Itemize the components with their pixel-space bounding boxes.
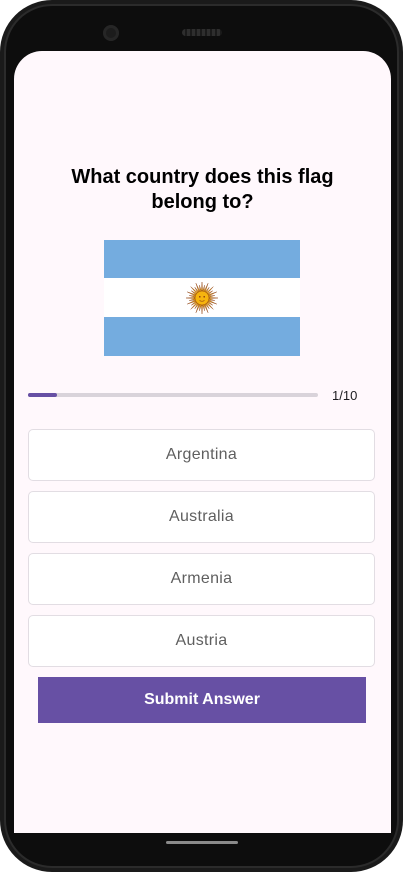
answer-option-australia[interactable]: Australia — [28, 491, 375, 543]
submit-answer-button[interactable]: Submit Answer — [38, 677, 366, 723]
progress-bar-fill — [28, 393, 57, 397]
home-indicator[interactable] — [166, 841, 238, 844]
question-text: What country does this flag belong to? — [71, 166, 334, 213]
progress-bar — [28, 393, 318, 397]
answer-option-armenia[interactable]: Armenia — [28, 553, 375, 605]
earpiece-speaker — [182, 29, 222, 36]
device-frame: What country does this flag belong to? 1… — [0, 0, 403, 872]
answer-option-austria[interactable]: Austria — [28, 615, 375, 667]
app-screen: What country does this flag belong to? 1… — [14, 51, 391, 833]
sun-of-may-icon — [185, 281, 219, 315]
progress-counter: 1/10 — [332, 388, 358, 403]
argentina-flag-icon — [104, 240, 300, 356]
front-camera-icon — [103, 25, 119, 41]
flag-stripe-top — [104, 240, 300, 278]
answer-option-argentina[interactable]: Argentina — [28, 429, 375, 481]
flag-stripe-bottom — [104, 317, 300, 356]
